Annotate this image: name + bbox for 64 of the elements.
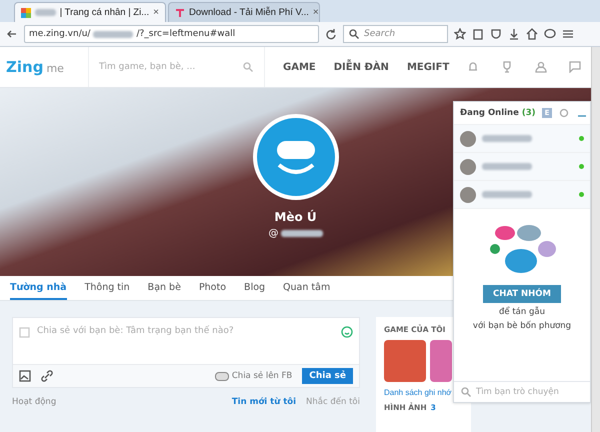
menu-icon[interactable] [562, 28, 574, 40]
search-icon[interactable] [348, 28, 360, 40]
profile-tab[interactable]: Tường nhà [10, 276, 67, 300]
favicon-icon [175, 8, 185, 18]
close-icon[interactable]: × [153, 7, 159, 18]
avatar [460, 186, 476, 202]
profile-tab[interactable]: Blog [244, 276, 266, 300]
nav-link[interactable]: GAME [283, 62, 316, 72]
logo-text: Zing [6, 58, 44, 76]
game-thumbnail[interactable] [384, 340, 426, 382]
nav-link[interactable]: MEGIFT [406, 62, 450, 72]
tab-title: | Trang cá nhân | Zi... [60, 7, 150, 18]
scrollbar[interactable] [591, 47, 600, 432]
image-icon[interactable] [19, 370, 31, 382]
promo-text: để tán gẫu [499, 307, 545, 317]
promo-text: với bạn bè bốn phương [472, 321, 572, 331]
tab-title: Download - Tải Miễn Phí V... [189, 7, 309, 18]
group-chat-button[interactable]: CHAT NHÓM [483, 285, 561, 303]
star-icon[interactable] [454, 28, 466, 40]
chat-contact[interactable] [454, 153, 590, 181]
blurred-text [280, 230, 322, 237]
profile-tab[interactable]: Photo [198, 276, 226, 300]
address-bar[interactable]: me.zing.vn/u/ /?_src=leftmenu#wall [24, 25, 319, 43]
favicon-icon [21, 8, 31, 18]
online-count: (3) [522, 108, 536, 118]
smiley-icon[interactable] [341, 326, 353, 338]
avatar [460, 158, 476, 174]
avatar [460, 130, 476, 146]
profile-tab[interactable]: Quan tâm [283, 276, 330, 300]
feed-title: Hoạt động [12, 397, 58, 407]
profile-handle: @ [268, 228, 278, 239]
blurred-text [93, 30, 134, 38]
bell-icon[interactable] [467, 61, 479, 73]
download-icon[interactable] [508, 28, 520, 40]
profile-tab[interactable]: Thông tin [84, 276, 130, 300]
chat-contact[interactable] [454, 125, 590, 153]
profile-name: Mèo Ú [274, 210, 317, 224]
profile-tab[interactable]: Bạn bè [148, 276, 181, 300]
nav-link[interactable]: DIỄN ĐÀN [334, 62, 389, 72]
url-text: me.zing.vn/u/ [29, 29, 90, 39]
blurred-text [482, 135, 532, 142]
reload-icon[interactable] [325, 28, 337, 40]
back-icon[interactable] [6, 28, 18, 40]
blurred-text [482, 191, 532, 198]
link-icon[interactable] [41, 370, 53, 382]
browser-tab[interactable]: | Trang cá nhân | Zi... × [14, 2, 166, 22]
game-thumbnail[interactable] [430, 340, 452, 382]
browser-tab[interactable]: Download - Tải Miễn Phí V... × [168, 2, 320, 22]
chat-contact[interactable] [454, 181, 590, 209]
blurred-text [482, 163, 532, 170]
close-icon[interactable]: × [312, 7, 319, 18]
blurred-text [35, 9, 56, 16]
share-facebook-toggle[interactable]: Chia sẻ lên FB [214, 371, 292, 381]
logo-text: me [46, 62, 64, 75]
feed-filter[interactable]: Tin mới từ tôi [232, 397, 296, 407]
trophy-icon[interactable] [501, 61, 513, 73]
share-button[interactable]: Chia sẻ [302, 368, 353, 384]
url-text: /?_src=leftmenu#wall [136, 29, 236, 39]
logo[interactable]: Zing me [0, 58, 88, 76]
user-icon[interactable] [535, 61, 547, 73]
bookmark-link[interactable]: Danh sách ghi nhớ [384, 388, 452, 397]
home-icon[interactable] [526, 28, 538, 40]
chat-title: Đang Online [460, 108, 519, 118]
search-field[interactable]: Search [343, 25, 448, 43]
